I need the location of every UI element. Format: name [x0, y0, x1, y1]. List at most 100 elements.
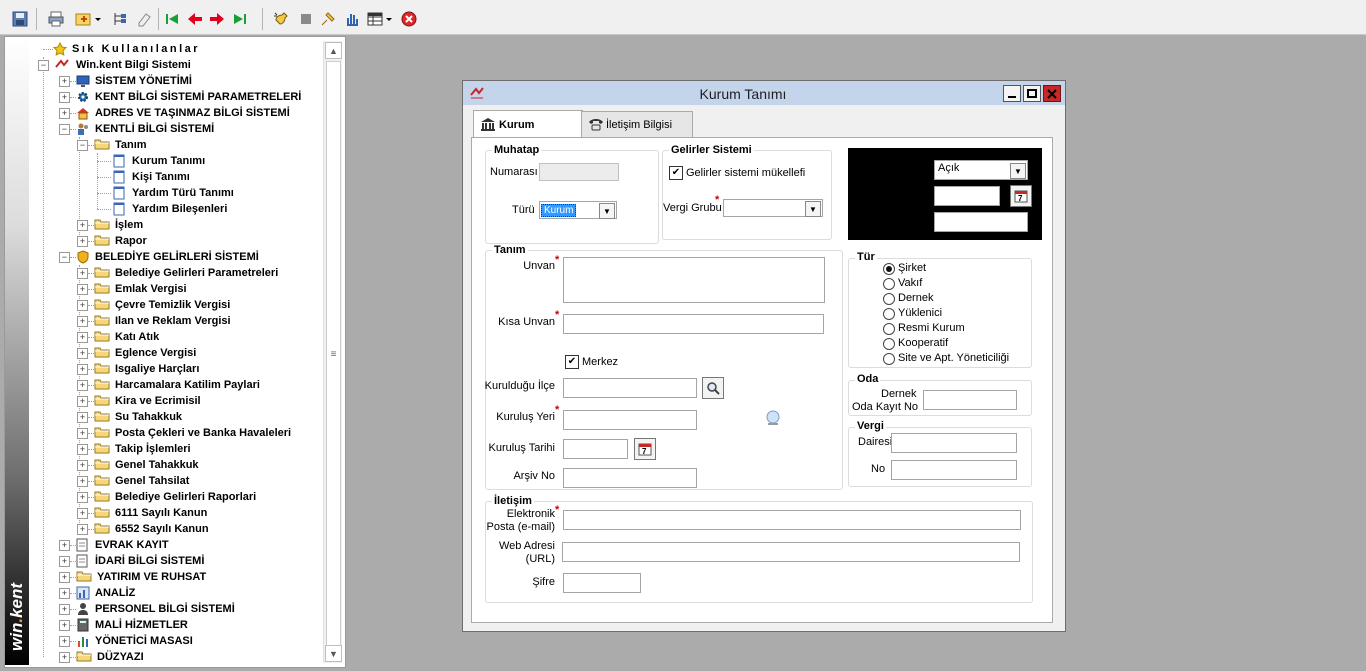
chevron-down-icon[interactable]: ▼: [1010, 163, 1026, 179]
last-record-icon[interactable]: [230, 9, 250, 29]
tree-item[interactable]: +6111 Sayılı Kanun: [77, 505, 207, 521]
arsiv-no-input[interactable]: [563, 468, 697, 488]
status-select[interactable]: Açık ▼: [934, 160, 1028, 180]
unvan-textarea[interactable]: [563, 257, 825, 303]
expand-icon[interactable]: +: [59, 635, 70, 647]
email-input[interactable]: [563, 510, 1021, 530]
vergi-no-input[interactable]: [891, 460, 1017, 480]
kisa-unvan-input[interactable]: [563, 314, 824, 334]
search-icon[interactable]: [702, 377, 724, 399]
tree-item[interactable]: + Su Tahakkuk: [77, 409, 182, 425]
tur-radio[interactable]: [883, 323, 895, 335]
expand-icon[interactable]: +: [77, 443, 88, 455]
vergi-grubu-select[interactable]: ▼: [723, 199, 823, 217]
tree-scrollbar[interactable]: ▲ ≡ ▼: [323, 41, 342, 663]
tab-iletisim-bilgisi[interactable]: İletişim Bilgisi: [581, 111, 693, 138]
tree-item[interactable]: + Çevre Temizlik Vergisi: [77, 297, 230, 313]
close-button[interactable]: [1043, 85, 1061, 102]
chevron-down-icon[interactable]: ▼: [599, 203, 615, 219]
tree-item[interactable]: + SİSTEM YÖNETİMİ: [59, 73, 192, 89]
collapse-icon[interactable]: −: [77, 139, 88, 151]
tree-item[interactable]: + YÖNETİCİ MASASI: [59, 633, 193, 649]
tur-radio[interactable]: [883, 278, 895, 290]
tree-item[interactable]: + EVRAK KAYIT: [59, 537, 169, 553]
tree-item[interactable]: + PERSONEL BİLGİ SİSTEMİ: [59, 601, 235, 617]
tree-item[interactable]: + Belediye Gelirleri Parametreleri: [77, 265, 278, 281]
expand-icon[interactable]: +: [77, 427, 88, 439]
kurulus-tarihi-input[interactable]: [563, 439, 628, 459]
expand-icon[interactable]: +: [59, 107, 70, 119]
status-date-input[interactable]: [934, 186, 1000, 206]
tree-icon[interactable]: [110, 9, 130, 29]
expand-icon[interactable]: +: [77, 347, 88, 359]
expand-icon[interactable]: +: [77, 315, 88, 327]
expand-icon[interactable]: +: [59, 75, 70, 87]
expand-icon[interactable]: +: [77, 507, 88, 519]
tree-item[interactable]: + Katı Atık: [77, 329, 159, 345]
save-icon[interactable]: [10, 9, 30, 29]
expand-icon[interactable]: +: [77, 283, 88, 295]
chevron-down-icon[interactable]: ▼: [805, 201, 821, 217]
tree-item[interactable]: + DÜZYAZI: [59, 649, 144, 665]
tree-item[interactable]: + İDARİ BİLGİ SİSTEMİ: [59, 553, 204, 569]
tree-item[interactable]: + Emlak Vergisi: [77, 281, 187, 297]
calendar-icon[interactable]: 7: [1010, 185, 1032, 207]
tree-item[interactable]: − Tanım: [77, 137, 147, 153]
tree-item[interactable]: + MALİ HİZMETLER: [59, 617, 188, 633]
expand-icon[interactable]: +: [77, 475, 88, 487]
tree-item[interactable]: + Ilan ve Reklam Vergisi: [77, 313, 231, 329]
tree-item[interactable]: Kurum Tanımı: [113, 153, 205, 169]
tree-item[interactable]: Yardım Türü Tanımı: [113, 185, 234, 201]
web-adresi-input[interactable]: [562, 542, 1020, 562]
minimize-button[interactable]: [1003, 85, 1021, 102]
tree-item[interactable]: + Genel Tahsilat: [77, 473, 189, 489]
status-extra-input[interactable]: [934, 212, 1028, 232]
collapse-icon[interactable]: −: [38, 59, 49, 71]
first-record-icon[interactable]: [162, 9, 182, 29]
tree-item[interactable]: + Isgaliye Harçları: [77, 361, 199, 377]
tree-item[interactable]: + Kira ve Ecrimisil: [77, 393, 201, 409]
expand-icon[interactable]: +: [77, 363, 88, 375]
calendar-icon[interactable]: 7: [634, 438, 656, 460]
expand-icon[interactable]: +: [77, 491, 88, 503]
kurulus-yeri-input[interactable]: [563, 410, 697, 430]
tur-radio[interactable]: [883, 338, 895, 350]
expand-icon[interactable]: +: [59, 619, 70, 631]
next-record-icon[interactable]: [207, 9, 227, 29]
expand-icon[interactable]: +: [77, 331, 88, 343]
expand-icon[interactable]: +: [59, 555, 70, 567]
pin-icon[interactable]: [318, 9, 338, 29]
globe-icon[interactable]: [764, 409, 782, 430]
tree-item-root[interactable]: − Win.kent Bilgi Sistemi: [38, 57, 191, 73]
expand-icon[interactable]: +: [59, 571, 70, 583]
tree-item[interactable]: + YATIRIM VE RUHSAT: [59, 569, 206, 585]
close-red-icon[interactable]: [399, 9, 419, 29]
tree-item[interactable]: + Rapor: [77, 233, 147, 249]
tree-item[interactable]: − BELEDİYE GELİRLERİ SİSTEMİ: [59, 249, 259, 265]
tur-radio[interactable]: [883, 308, 895, 320]
expand-icon[interactable]: +: [77, 299, 88, 311]
tree-item[interactable]: + ADRES VE TAŞINMAZ BİLGİ SİSTEMİ: [59, 105, 290, 121]
hand-select-icon[interactable]: [342, 9, 362, 29]
tree-item[interactable]: Yardım Bileşenleri: [113, 201, 227, 217]
tree-item[interactable]: + Genel Tahakkuk: [77, 457, 199, 473]
hand-icon[interactable]: [272, 9, 292, 29]
expand-icon[interactable]: +: [77, 459, 88, 471]
tree-item[interactable]: + Takip İşlemleri: [77, 441, 191, 457]
tree-item-favorites[interactable]: Sık Kullanılanlar: [52, 41, 200, 57]
scroll-thumb[interactable]: ≡: [326, 61, 341, 647]
kuruldugu-ilce-input[interactable]: [563, 378, 697, 398]
tab-kurum[interactable]: Kurum: [473, 110, 583, 139]
expand-icon[interactable]: +: [77, 267, 88, 279]
expand-icon[interactable]: +: [59, 587, 70, 599]
expand-icon[interactable]: +: [77, 523, 88, 535]
collapse-icon[interactable]: −: [59, 123, 70, 135]
dialog-title-bar[interactable]: Kurum Tanımı: [463, 81, 1065, 105]
previous-record-icon[interactable]: [185, 9, 205, 29]
expand-icon[interactable]: +: [59, 603, 70, 615]
merkez-checkbox[interactable]: ✔: [565, 355, 579, 369]
expand-icon[interactable]: +: [59, 539, 70, 551]
expand-icon[interactable]: +: [59, 91, 70, 103]
expand-icon[interactable]: +: [77, 219, 88, 231]
numarasi-input[interactable]: [539, 163, 619, 181]
